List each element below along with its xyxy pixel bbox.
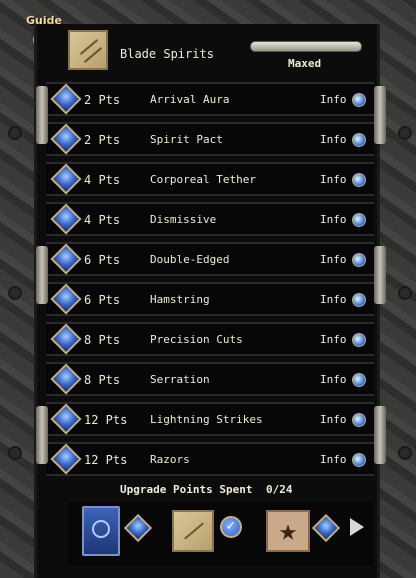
info-link[interactable]: Info: [320, 293, 347, 306]
checkmark-icon[interactable]: ✓: [220, 516, 242, 538]
upgrade-cost: 12 Pts: [84, 413, 128, 427]
info-orb-icon[interactable]: [352, 213, 366, 227]
upgrade-cost: 2 Pts: [84, 133, 121, 147]
upgrade-cost: 6 Pts: [84, 253, 121, 267]
side-post-left-3: [36, 406, 48, 464]
upgrade-row[interactable]: 2 Pts Arrival Aura Info: [46, 82, 374, 116]
pentagram-gem-icon[interactable]: [311, 513, 341, 543]
upgrade-title: Hamstring: [150, 293, 210, 306]
upgrade-row[interactable]: 2 Pts Spirit Pact Info: [46, 122, 374, 156]
info-link[interactable]: Info: [320, 453, 347, 466]
upgrade-title: Precision Cuts: [150, 333, 243, 346]
blue-gem-icon[interactable]: [50, 403, 82, 435]
points-spent-label: Upgrade Points Spent: [120, 483, 253, 496]
spell-scroll-icon: [68, 30, 108, 70]
side-post-right-1: [374, 86, 386, 144]
knob-right-3: [398, 446, 412, 460]
knob-right-2: [398, 286, 412, 300]
next-arrow-icon[interactable]: [350, 518, 364, 536]
blue-gem-icon[interactable]: [50, 203, 82, 235]
upgrade-cost: 8 Pts: [84, 333, 121, 347]
progress-bar: [250, 41, 362, 52]
side-post-right-2: [374, 246, 386, 304]
upgrade-row[interactable]: 12 Pts Razors Info: [46, 442, 374, 476]
info-orb-icon[interactable]: [352, 93, 366, 107]
spell-name: Blade Spirits: [120, 47, 214, 61]
knob-right-1: [398, 126, 412, 140]
upgrade-title: Spirit Pact: [150, 133, 223, 146]
info-orb-icon[interactable]: [352, 333, 366, 347]
side-post-left-1: [36, 86, 48, 144]
info-orb-icon[interactable]: [352, 373, 366, 387]
info-link[interactable]: Info: [320, 173, 347, 186]
info-link[interactable]: Info: [320, 93, 347, 106]
upgrade-title: Lightning Strikes: [150, 413, 263, 426]
upgrade-title: Corporeal Tether: [150, 173, 256, 186]
footer-bar: ✓: [68, 502, 374, 566]
upgrade-cost: 4 Pts: [84, 213, 121, 227]
spell-scroll-icon[interactable]: [172, 510, 214, 552]
info-link[interactable]: Info: [320, 333, 347, 346]
maxed-status: Maxed: [288, 57, 322, 70]
upgrade-title: Serration: [150, 373, 210, 386]
upgrade-row[interactable]: 4 Pts Dismissive Info: [46, 202, 374, 236]
upgrade-row[interactable]: 8 Pts Serration Info: [46, 362, 374, 396]
knob-left-3: [8, 446, 22, 460]
blue-gem-icon[interactable]: [50, 323, 82, 355]
upgrade-row[interactable]: 6 Pts Double-Edged Info: [46, 242, 374, 276]
knob-left-2: [8, 286, 22, 300]
pentagram-icon[interactable]: [266, 510, 310, 552]
info-link[interactable]: Info: [320, 213, 347, 226]
upgrade-cost: 4 Pts: [84, 173, 121, 187]
spell-header: Blade Spirits Maxed: [62, 28, 374, 78]
upgrade-title: Razors: [150, 453, 190, 466]
blue-gem-icon[interactable]: [50, 83, 82, 115]
info-orb-icon[interactable]: [352, 413, 366, 427]
info-orb-icon[interactable]: [352, 133, 366, 147]
blue-gem-icon[interactable]: [50, 283, 82, 315]
upgrade-title: Arrival Aura: [150, 93, 230, 106]
blue-gem-icon[interactable]: [50, 163, 82, 195]
upgrade-cost: 8 Pts: [84, 373, 121, 387]
blue-gem-icon[interactable]: [50, 243, 82, 275]
upgrade-cost: 12 Pts: [84, 453, 128, 467]
blue-gem-icon[interactable]: [50, 123, 82, 155]
upgrade-title: Double-Edged: [150, 253, 230, 266]
info-orb-icon[interactable]: [352, 293, 366, 307]
upgrade-cost: 2 Pts: [84, 93, 121, 107]
side-post-left-2: [36, 246, 48, 304]
upgrade-cost: 6 Pts: [84, 293, 121, 307]
info-link[interactable]: Info: [320, 373, 347, 386]
spellbook-gem-icon[interactable]: [123, 513, 153, 543]
upgrade-row[interactable]: 6 Pts Hamstring Info: [46, 282, 374, 316]
upgrade-title: Dismissive: [150, 213, 217, 226]
blue-gem-icon[interactable]: [50, 363, 82, 395]
info-orb-icon[interactable]: [352, 453, 366, 467]
knob-left-1: [8, 126, 22, 140]
info-link[interactable]: Info: [320, 413, 347, 426]
side-post-right-3: [374, 406, 386, 464]
info-link[interactable]: Info: [320, 253, 347, 266]
info-orb-icon[interactable]: [352, 173, 366, 187]
info-link[interactable]: Info: [320, 133, 347, 146]
blue-gem-icon[interactable]: [50, 443, 82, 475]
info-orb-icon[interactable]: [352, 253, 366, 267]
upgrade-row[interactable]: 8 Pts Precision Cuts Info: [46, 322, 374, 356]
points-spent-value: 0/24: [266, 483, 293, 496]
upgrade-row[interactable]: 4 Pts Corporeal Tether Info: [46, 162, 374, 196]
upgrade-row[interactable]: 12 Pts Lightning Strikes Info: [46, 402, 374, 436]
spellbook-icon[interactable]: [82, 506, 120, 556]
